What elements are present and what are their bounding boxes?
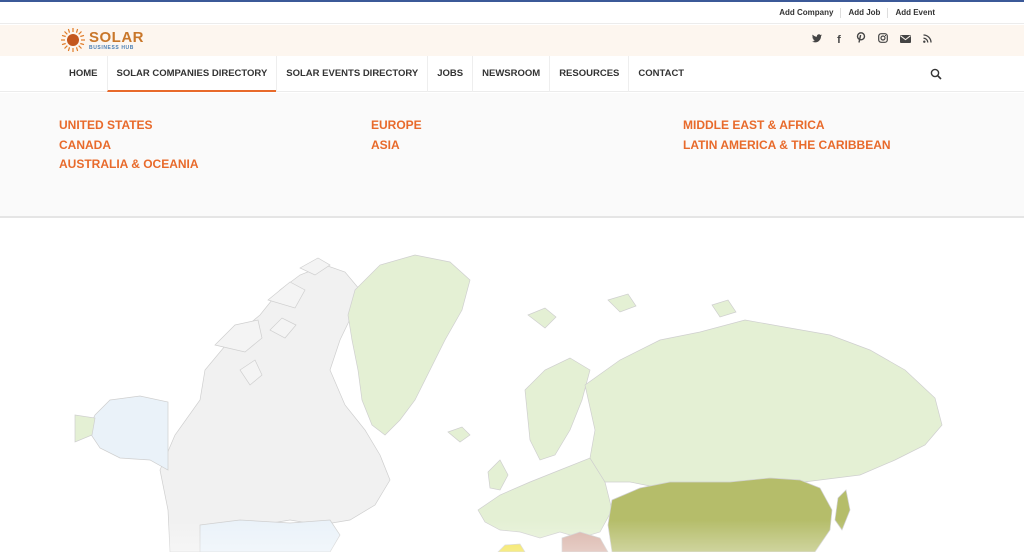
region-link-australia-oceania[interactable]: AUSTRALIA & OCEANIA (59, 155, 199, 175)
nav-solar-companies-directory[interactable]: SOLAR COMPANIES DIRECTORY (106, 56, 277, 92)
search-icon[interactable] (930, 68, 942, 80)
pinterest-icon[interactable] (850, 32, 872, 48)
world-map-svg (0, 254, 1024, 552)
twitter-icon[interactable] (806, 32, 828, 48)
main-navigation: HOME SOLAR COMPANIES DIRECTORY SOLAR EVE… (0, 56, 1024, 92)
utility-bar: Add Company Add Job Add Event (0, 2, 1024, 24)
nav-resources[interactable]: RESOURCES (549, 56, 628, 92)
nav-home[interactable]: HOME (60, 56, 107, 92)
nav-solar-events-directory[interactable]: SOLAR EVENTS DIRECTORY (276, 56, 427, 92)
region-link-latin-america-caribbean[interactable]: LATIN AMERICA & THE CARIBBEAN (683, 136, 891, 156)
regions-column-3: MIDDLE EAST & AFRICA LATIN AMERICA & THE… (683, 116, 891, 155)
regions-dropdown: UNITED STATES CANADA AUSTRALIA & OCEANIA… (0, 93, 1024, 218)
add-company-link[interactable]: Add Company (772, 8, 840, 18)
add-job-link[interactable]: Add Job (840, 8, 887, 18)
map-region-greenland (347, 254, 471, 436)
region-link-united-states[interactable]: UNITED STATES (59, 116, 199, 136)
regions-column-2: EUROPE ASIA (371, 116, 422, 155)
map-region-russia (584, 319, 943, 491)
world-map[interactable] (0, 220, 1024, 552)
instagram-icon[interactable] (872, 32, 894, 48)
brand-name: SOLAR (89, 28, 144, 46)
map-region-scandinavia (524, 357, 591, 461)
nav-newsroom[interactable]: NEWSROOM (472, 56, 549, 92)
social-links: f (806, 32, 938, 48)
brand-tagline: BUSINESS HUB (89, 44, 134, 51)
site-logo[interactable]: SOLAR BUSINESS HUB (60, 27, 144, 53)
add-event-link[interactable]: Add Event (887, 8, 942, 18)
utility-links: Add Company Add Job Add Event (772, 8, 942, 18)
facebook-icon[interactable]: f (828, 32, 850, 48)
map-region-alaska (87, 395, 169, 471)
regions-column-1: UNITED STATES CANADA AUSTRALIA & OCEANIA (59, 116, 199, 175)
site-header: SOLAR BUSINESS HUB f (0, 25, 1024, 56)
nav-jobs[interactable]: JOBS (427, 56, 472, 92)
map-region-alaska-tip (74, 414, 96, 443)
region-link-asia[interactable]: ASIA (371, 136, 422, 156)
region-link-europe[interactable]: EUROPE (371, 116, 422, 136)
mail-icon[interactable] (894, 32, 916, 48)
map-region-svalbard (527, 293, 737, 329)
map-region-iceland (447, 426, 471, 443)
sun-logo-icon (61, 28, 85, 52)
rss-icon[interactable] (916, 32, 938, 48)
nav-contact[interactable]: CONTACT (628, 56, 693, 92)
map-region-uk (487, 459, 509, 491)
map-bottom-fade (0, 520, 1024, 552)
region-link-canada[interactable]: CANADA (59, 136, 199, 156)
region-link-middle-east-africa[interactable]: MIDDLE EAST & AFRICA (683, 116, 891, 136)
